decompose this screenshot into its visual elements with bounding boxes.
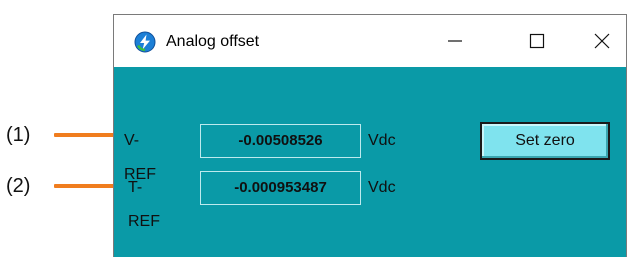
tref-label: T-REF <box>128 179 160 230</box>
set-zero-button[interactable]: Set zero <box>480 122 610 160</box>
callout-1-label: (1) <box>6 123 31 146</box>
close-icon[interactable] <box>579 23 625 59</box>
window-title: Analog offset <box>166 33 260 50</box>
callout-2: (2) <box>6 172 130 200</box>
window-client-area: V-REF -0.00508526 Vdc T-REF -0.000953487… <box>114 67 626 257</box>
tref-value-field: -0.000953487 <box>200 171 361 205</box>
tref-unit: Vdc <box>368 179 396 196</box>
vref-unit: Vdc <box>368 132 396 149</box>
minimize-icon[interactable] <box>432 23 478 59</box>
power-bolt-icon <box>134 31 156 53</box>
callout-1: (1) <box>6 121 127 149</box>
vref-value-field: -0.00508526 <box>200 124 361 158</box>
title-bar[interactable]: Analog offset <box>114 15 626 67</box>
screenshot-stage: (1) (2) Analog offset V-REF -0.00508526 … <box>0 0 633 257</box>
callout-2-label: (2) <box>6 174 31 197</box>
analog-offset-window: Analog offset V-REF -0.00508526 Vdc T-RE… <box>113 14 627 257</box>
maximize-icon[interactable] <box>514 23 560 59</box>
